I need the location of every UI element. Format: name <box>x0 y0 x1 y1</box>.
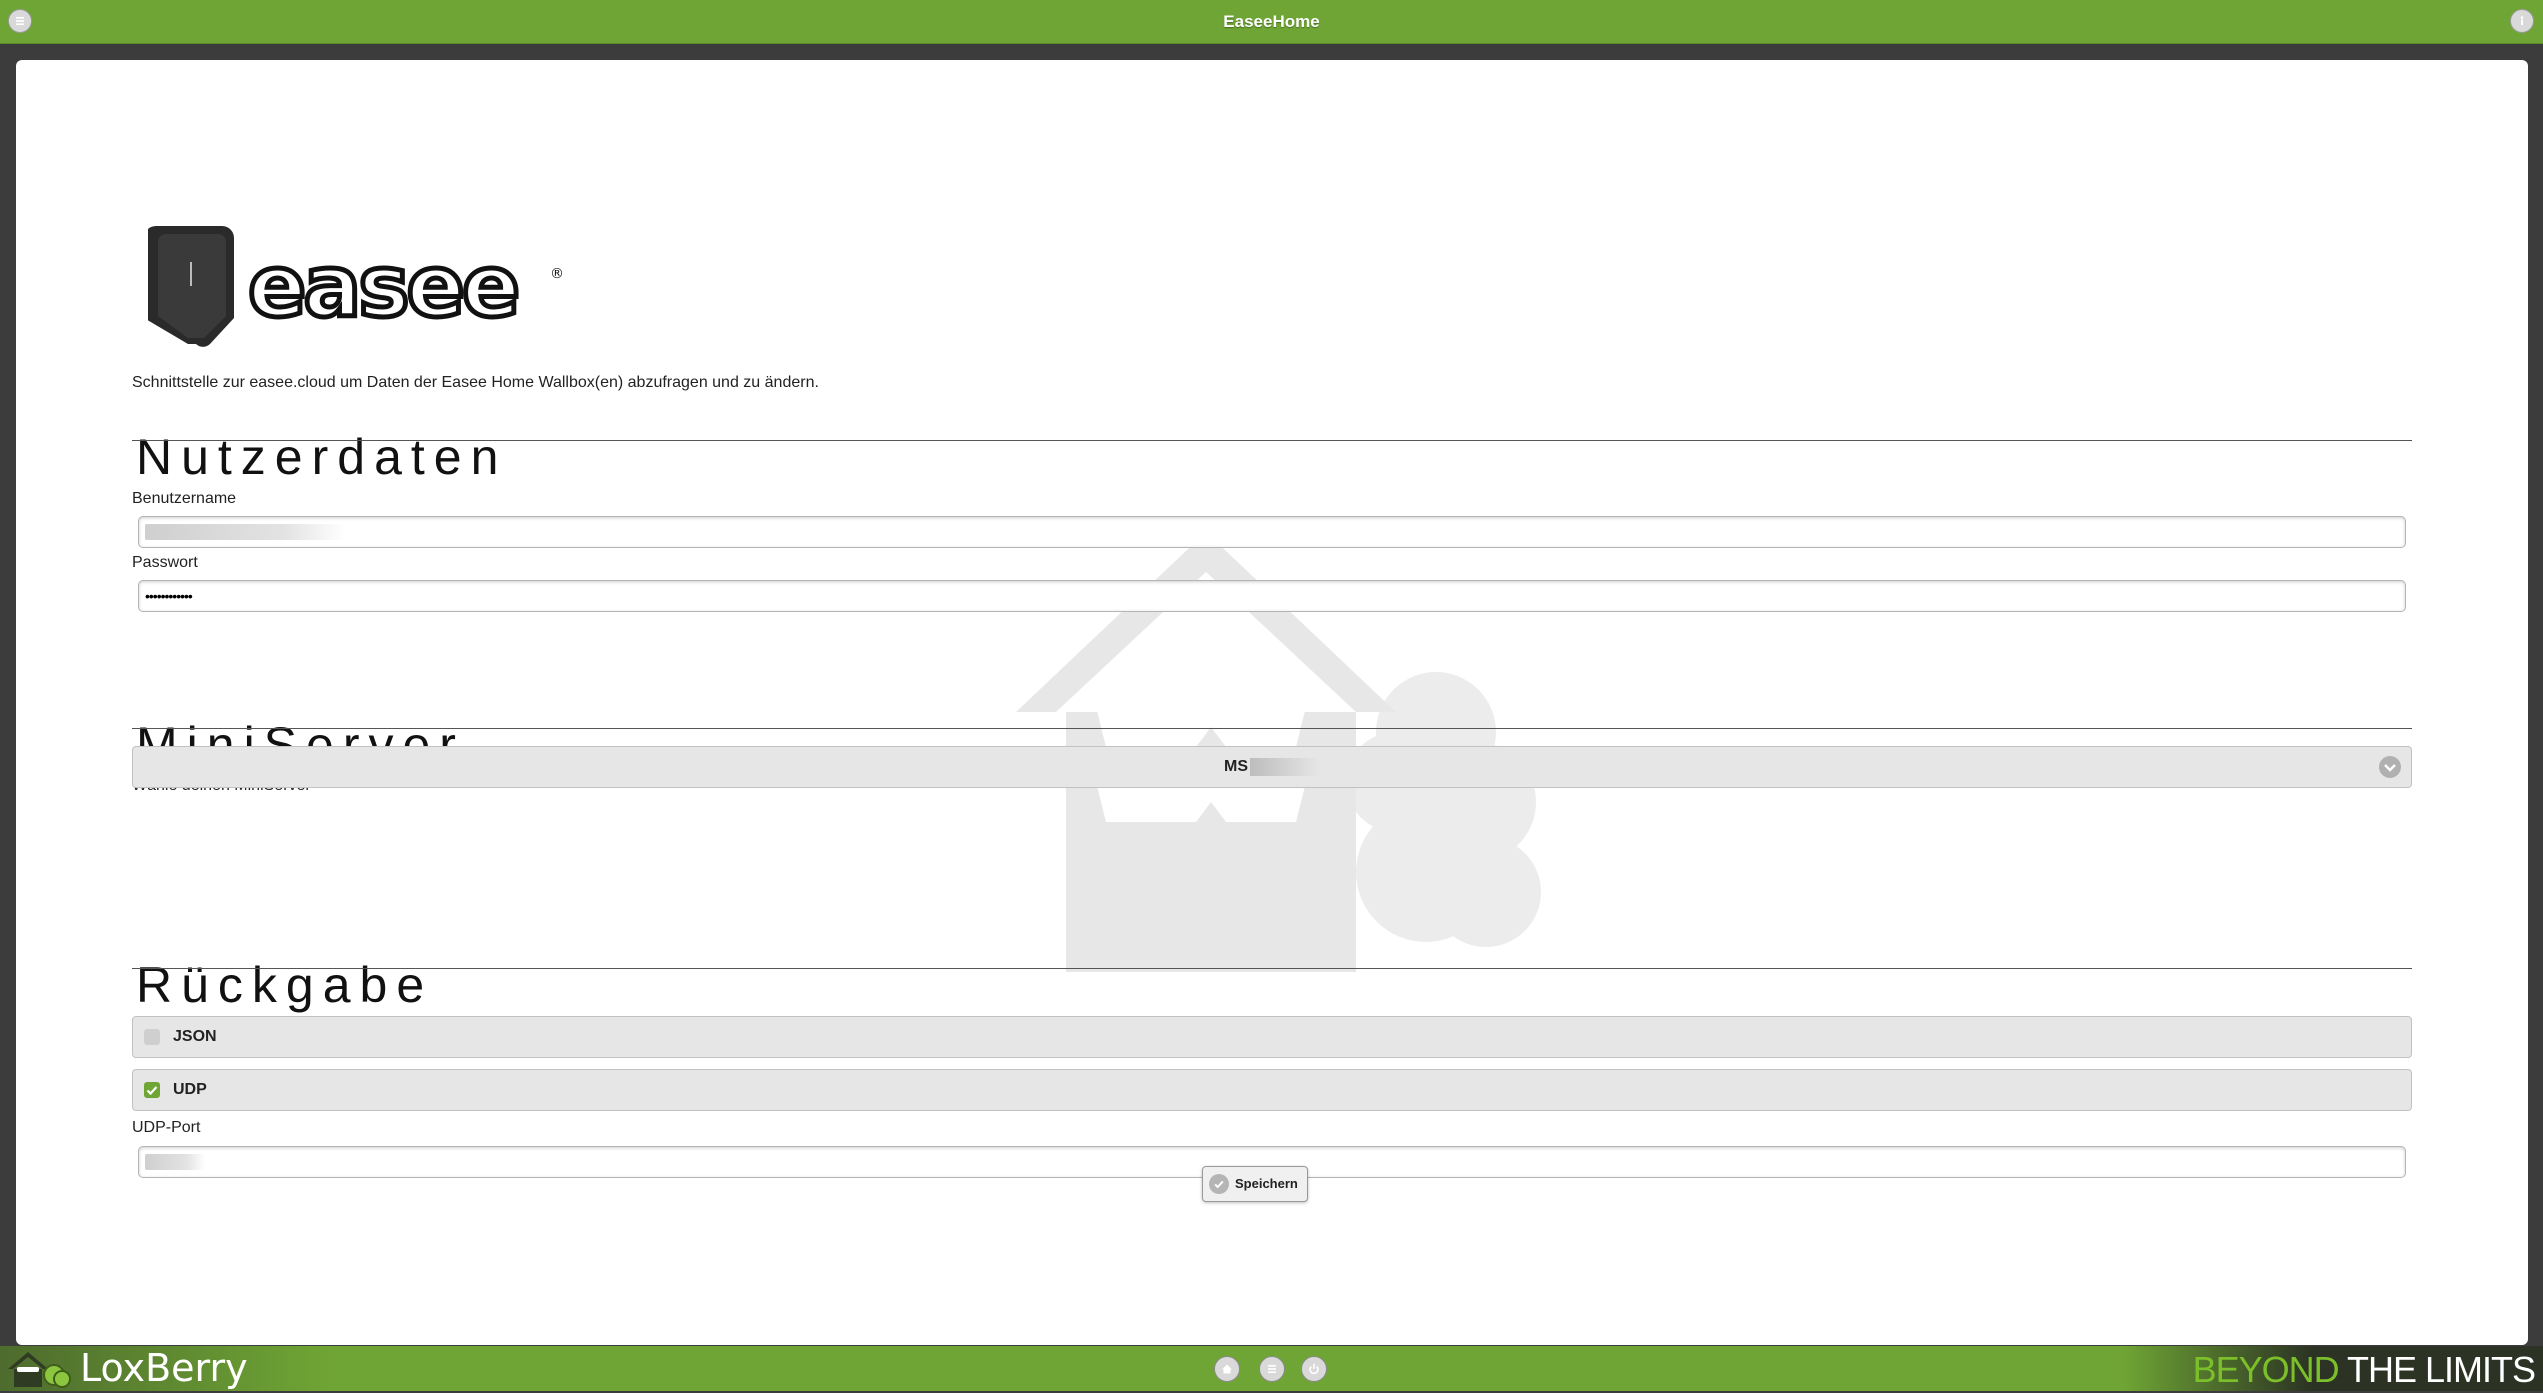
miniserver-select[interactable]: MS <box>132 746 2412 788</box>
password-field[interactable]: •••••••••••• <box>138 580 2406 612</box>
save-button-label: Speichern <box>1235 1176 1298 1191</box>
username-value-redacted <box>145 524 345 540</box>
divider <box>132 440 2412 441</box>
check-icon <box>146 1086 158 1096</box>
chevron-down-icon <box>2379 756 2401 778</box>
udp-checkbox[interactable] <box>144 1082 160 1098</box>
heading-user-data: Nutzerdaten <box>136 429 508 485</box>
divider <box>132 728 2412 729</box>
footer-slogan: BEYOND THE LIMITS <box>2192 1349 2536 1390</box>
footer-brand: LoxBerry <box>80 1346 248 1390</box>
footer-bar: LoxBerry BEYOND THE LIMITS <box>0 1346 2543 1391</box>
json-checkbox-row[interactable]: JSON <box>132 1016 2412 1058</box>
udp-port-value-redacted <box>145 1154 205 1170</box>
info-icon[interactable] <box>2510 9 2534 33</box>
udp-port-label: UDP-Port <box>132 1119 201 1136</box>
json-checkbox-label: JSON <box>173 1028 217 1045</box>
udp-checkbox-label: UDP <box>173 1081 207 1098</box>
menu-icon[interactable] <box>1259 1356 1285 1382</box>
miniserver-name-redacted <box>1250 757 1320 776</box>
password-label: Passwort <box>132 554 198 571</box>
save-button[interactable]: Speichern <box>1202 1166 1308 1202</box>
username-label: Benutzername <box>132 490 237 507</box>
password-value: •••••••••••• <box>145 588 193 604</box>
divider <box>132 968 2412 969</box>
home-icon[interactable] <box>1214 1356 1240 1382</box>
header-bar: EaseeHome <box>0 0 2543 44</box>
check-icon <box>1209 1174 1229 1194</box>
username-field[interactable] <box>138 516 2406 548</box>
page-title: EaseeHome <box>1223 12 1320 31</box>
svg-text:®: ® <box>550 266 564 282</box>
udp-checkbox-row[interactable]: UDP <box>132 1069 2412 1111</box>
json-checkbox[interactable] <box>144 1029 160 1045</box>
loxberry-logo-icon <box>8 1352 71 1388</box>
svg-text:easee: easee <box>248 237 517 337</box>
content-panel: easee ® Schnittstelle zur easee.cloud um… <box>16 60 2528 1345</box>
miniserver-selected-value: MS <box>1224 758 1248 775</box>
easee-logo-icon: easee ® <box>148 226 564 347</box>
heading-return: Rückgabe <box>136 957 434 1013</box>
power-icon[interactable] <box>1301 1356 1327 1382</box>
intro-text: Schnittstelle zur easee.cloud um Daten d… <box>132 374 819 391</box>
